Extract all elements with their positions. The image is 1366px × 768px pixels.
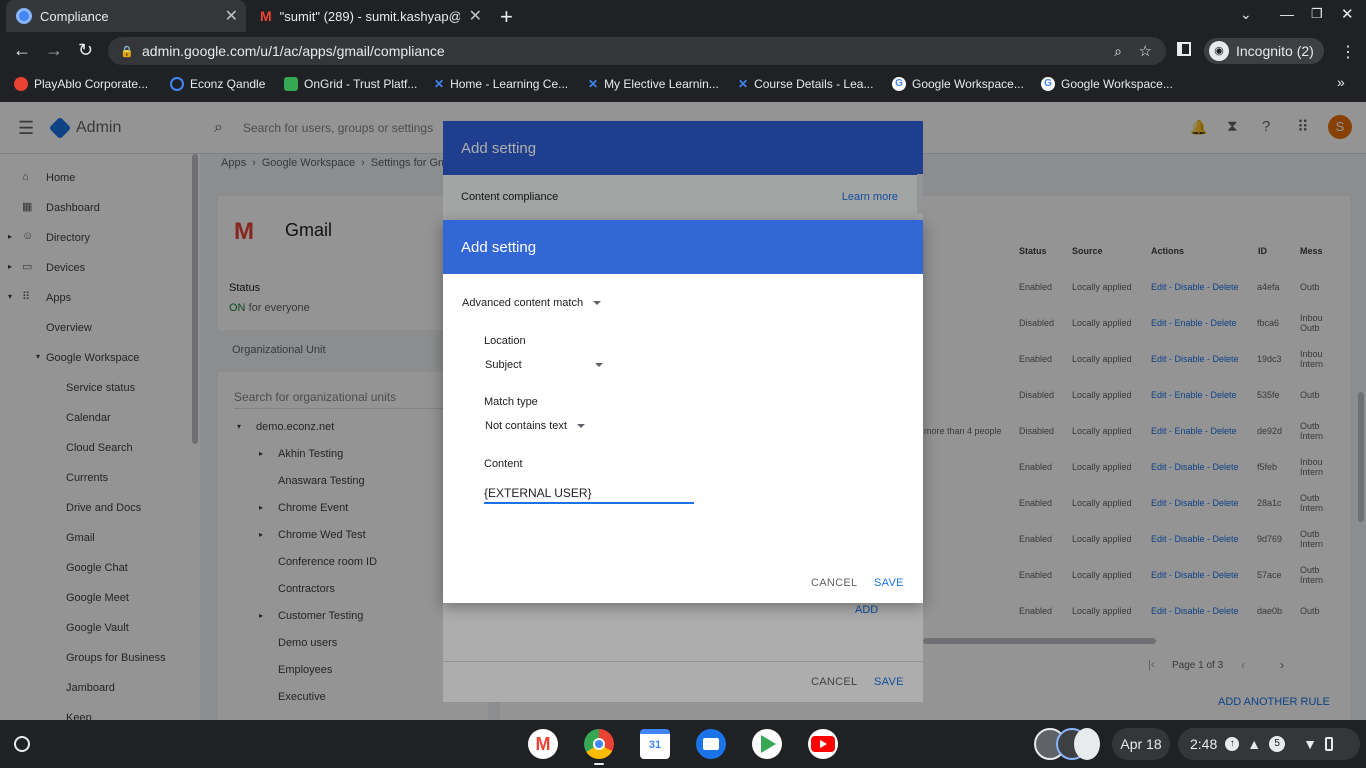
address-bar[interactable]: 🔒 admin.google.com/u/1/ac/apps/gmail/com… <box>108 37 1166 65</box>
bookmark-favicon <box>284 77 298 91</box>
reload-icon[interactable]: ↻ <box>78 40 93 61</box>
tab-compliance[interactable]: Compliance ✕ <box>6 0 246 32</box>
bookmark-5[interactable]: ✕ My Elective Learnin... <box>588 72 719 96</box>
match-mode-select[interactable]: Advanced content match <box>462 297 602 309</box>
bookmarks-overflow-icon[interactable]: » <box>1337 74 1345 90</box>
new-tab-icon[interactable]: + <box>500 4 513 30</box>
play-triangle-icon <box>761 735 776 753</box>
bookmark-1[interactable]: PlayAblo Corporate... <box>14 72 148 96</box>
date-display[interactable]: Apr 18 <box>1112 728 1170 760</box>
bookmark-4[interactable]: ✕ Home - Learning Ce... <box>434 72 568 96</box>
x-favicon-icon: ✕ <box>434 77 445 91</box>
add-setting-dialog: Add setting Advanced content match Locat… <box>443 220 923 603</box>
holding-space-tray[interactable] <box>1034 728 1100 760</box>
back-icon[interactable]: ← <box>13 40 31 61</box>
tab-search-icon[interactable]: ⌄ <box>1240 6 1252 23</box>
battery-icon <box>1324 737 1333 751</box>
incognito-icon: ◉ <box>1209 41 1229 61</box>
bookmark-8[interactable]: G Google Workspace... <box>1041 72 1173 96</box>
browser-chrome: Compliance ✕ M "sumit" (289) - sumit.kas… <box>0 0 1366 102</box>
bookmark-label: My Elective Learnin... <box>604 77 719 91</box>
gmail-icon[interactable]: M <box>528 729 558 759</box>
location-select[interactable]: Subject <box>485 359 605 371</box>
close-tab-icon[interactable]: ✕ <box>225 6 238 26</box>
bookmark-3[interactable]: OnGrid - Trust Platf... <box>284 72 417 96</box>
bookmark-favicon <box>170 77 184 91</box>
clock-time: 2:48 <box>1190 736 1218 752</box>
bookmark-2[interactable]: Econz Qandle <box>170 72 265 96</box>
bookmark-favicon <box>14 77 28 91</box>
side-panel-icon[interactable] <box>1177 42 1191 56</box>
chrome-icon[interactable] <box>584 729 614 759</box>
zoom-icon[interactable]: ⌕ <box>1114 43 1122 60</box>
dropdown-arrow-icon <box>593 301 602 305</box>
x-favicon-icon: ✕ <box>738 77 749 91</box>
content-input[interactable]: {EXTERNAL USER} <box>484 484 694 504</box>
admin-gear-icon <box>16 8 32 24</box>
match-type-value: Not contains text <box>485 420 567 432</box>
bookmark-label: Course Details - Lea... <box>754 77 874 91</box>
tab-title: "sumit" (289) - sumit.kashyap@ <box>279 8 460 24</box>
bookmark-label: Home - Learning Ce... <box>450 77 569 91</box>
url-text: admin.google.com/u/1/ac/apps/gmail/compl… <box>142 43 445 59</box>
launcher-icon[interactable] <box>14 736 30 752</box>
tab-gmail[interactable]: M "sumit" (289) - sumit.kashyap@ ✕ <box>250 0 490 32</box>
bookmark-label: Google Workspace... <box>912 77 1024 91</box>
play-store-icon[interactable] <box>752 729 782 759</box>
x-favicon-icon: ✕ <box>588 77 599 91</box>
notification-count: 5 <box>1269 736 1286 752</box>
maximize-icon[interactable]: ❐ <box>1311 6 1323 22</box>
warning-icon: ▲ <box>1247 736 1262 752</box>
bookmark-7[interactable]: G Google Workspace... <box>892 72 1024 96</box>
dialog-title: Add setting <box>443 220 923 274</box>
save-button[interactable]: SAVE <box>874 577 904 589</box>
bookmark-star-icon[interactable]: ☆ <box>1139 42 1152 60</box>
calendar-icon[interactable]: 31 <box>640 729 670 759</box>
gmail-icon: M <box>260 8 272 24</box>
location-value: Subject <box>485 359 522 371</box>
bookmark-label: OnGrid - Trust Platf... <box>304 77 418 91</box>
cancel-button[interactable]: CANCEL <box>811 577 857 589</box>
minimize-icon[interactable]: — <box>1280 6 1294 22</box>
active-app-indicator <box>594 763 604 765</box>
close-tab-icon[interactable]: ✕ <box>469 6 482 26</box>
more-menu-icon[interactable]: ⋮ <box>1340 42 1356 62</box>
dropdown-arrow-icon <box>576 424 585 428</box>
folder-shape-icon <box>703 738 719 750</box>
chrome-center-icon <box>593 738 605 750</box>
google-g-icon: G <box>892 77 906 91</box>
screenshot-thumbnail-icon <box>1074 728 1100 760</box>
files-icon[interactable] <box>696 729 726 759</box>
upload-icon: ↑ <box>1225 737 1240 751</box>
google-g-icon: G <box>1041 77 1055 91</box>
tab-title: Compliance <box>40 8 109 24</box>
youtube-icon[interactable] <box>808 729 838 759</box>
bookmark-label: Econz Qandle <box>190 77 266 91</box>
location-label: Location <box>484 335 526 347</box>
incognito-label: Incognito (2) <box>1236 43 1314 59</box>
youtube-play-icon <box>820 740 827 748</box>
wifi-icon: ▼ <box>1303 736 1317 752</box>
match-type-select[interactable]: Not contains text <box>485 420 585 432</box>
lock-icon: 🔒 <box>120 45 134 58</box>
dropdown-arrow-icon <box>595 363 603 367</box>
close-window-icon[interactable]: ✕ <box>1341 5 1354 23</box>
match-type-label: Match type <box>484 396 538 408</box>
bookmark-label: PlayAblo Corporate... <box>34 77 149 91</box>
incognito-badge[interactable]: ◉ Incognito (2) <box>1204 38 1324 64</box>
status-tray[interactable]: 2:48 ↑ ▲ 5 ▼ <box>1178 728 1360 760</box>
bookmark-6[interactable]: ✕ Course Details - Lea... <box>738 72 873 96</box>
match-mode-value: Advanced content match <box>462 297 584 309</box>
bookmark-label: Google Workspace... <box>1061 77 1173 91</box>
content-label: Content <box>484 458 523 470</box>
forward-icon[interactable]: → <box>45 40 63 61</box>
